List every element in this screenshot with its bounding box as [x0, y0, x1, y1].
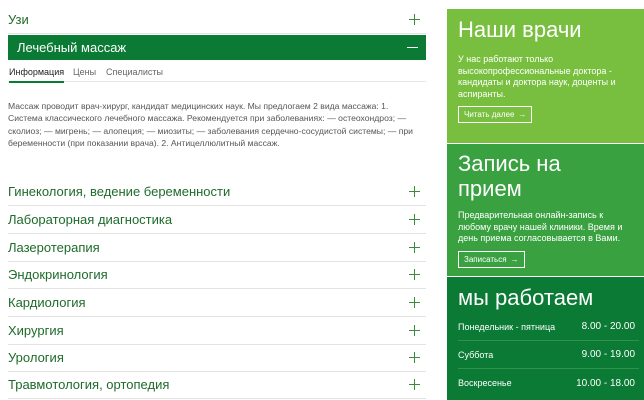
plus-icon[interactable] [409, 297, 420, 308]
accordion-item-label: Лечебный массаж [17, 40, 127, 55]
schedule-day: Суббота [458, 349, 494, 360]
accordion-item-label: Кардиология [8, 295, 86, 310]
plus-icon[interactable] [409, 269, 420, 280]
accordion-item-gynecology[interactable]: Гинекология, ведение беременности [8, 178, 426, 206]
accordion-item-label: Урология [8, 350, 64, 365]
accordion-item-cardiology[interactable]: Кардиология [8, 289, 426, 317]
button-label: Записаться [464, 255, 507, 264]
appointment-panel: Запись на прием Предварительная онлайн-з… [447, 144, 644, 276]
schedule-row-sunday: Воскресенье 10.00 - 18.00 [458, 369, 639, 397]
accordion-item-label: Травмотология, ортопедия [8, 377, 170, 392]
schedule-row-saturday: Суббота 9.00 - 19.00 [458, 341, 639, 369]
service-description: Массаж проводит врач-хирург, кандидат ме… [8, 101, 413, 149]
accordion-item-surgery[interactable]: Хирургия [8, 317, 426, 345]
services-accordion: Узи Лечебный массаж Информация Цены Спец… [0, 0, 436, 400]
accordion-item-label: Узи [8, 12, 29, 27]
schedule-day: Понедельник - пятница [458, 321, 556, 332]
accordion-item-traumatology[interactable]: Травмотология, ортопедия [8, 371, 426, 399]
tab-info[interactable]: Информация [9, 67, 65, 83]
accordion-item-uzi[interactable]: Узи [8, 6, 426, 34]
plus-icon[interactable] [409, 242, 420, 253]
panel-title: мы работаем [458, 285, 594, 310]
plus-icon[interactable] [409, 325, 420, 336]
panel-text: Предварительная онлайн-запись к любому в… [458, 210, 623, 244]
plus-icon[interactable] [409, 186, 420, 197]
schedule-time: 10.00 - 18.00 [576, 377, 635, 389]
accordion-item-laser[interactable]: Лазеротерапия [8, 234, 426, 262]
schedule-row-weekdays: Понедельник - пятница 8.00 - 20.00 [458, 313, 639, 341]
minus-icon[interactable] [407, 47, 418, 48]
plus-icon[interactable] [409, 352, 420, 363]
accordion-item-label: Лабораторная диагностика [8, 212, 173, 227]
tab-specialists[interactable]: Специалисты [106, 67, 163, 77]
accordion-item-label: Гинекология, ведение беременности [8, 184, 231, 199]
schedule-time: 8.00 - 20.00 [581, 321, 635, 332]
content-tabs: Информация Цены Специалисты [8, 62, 426, 83]
panel-title: Запись на прием [458, 151, 561, 201]
read-more-button[interactable]: Читать далее → [458, 106, 533, 123]
accordion-item-massage[interactable]: Лечебный массаж [8, 35, 426, 60]
accordion-item-label: Хирургия [8, 323, 64, 338]
schedule-day: Воскресенье [458, 378, 512, 388]
accordion-item-laboratory[interactable]: Лабораторная диагностика [8, 206, 426, 234]
arrow-right-icon: → [510, 255, 519, 264]
accordion-item-urology[interactable]: Урология [8, 344, 426, 372]
schedule-panel: мы работаем Понедельник - пятница 8.00 -… [447, 277, 644, 400]
accordion-item-endocrinology[interactable]: Эндокринология [8, 261, 426, 289]
arrow-right-icon: → [518, 110, 527, 119]
plus-icon[interactable] [409, 14, 420, 25]
tab-prices[interactable]: Цены [73, 67, 96, 77]
panel-title: Наши врачи [458, 17, 582, 42]
doctors-panel: Наши врачи У нас работают только высокоп… [447, 9, 644, 143]
accordion-item-label: Лазеротерапия [8, 240, 100, 255]
panel-text: У нас работают только высокопрофессионал… [458, 54, 616, 99]
plus-icon[interactable] [409, 379, 420, 390]
accordion-item-label: Эндокринология [8, 267, 108, 282]
plus-icon[interactable] [409, 214, 420, 225]
book-appointment-button[interactable]: Записаться → [458, 251, 525, 268]
button-label: Читать далее [464, 110, 515, 119]
schedule-time: 9.00 - 19.00 [581, 349, 635, 360]
